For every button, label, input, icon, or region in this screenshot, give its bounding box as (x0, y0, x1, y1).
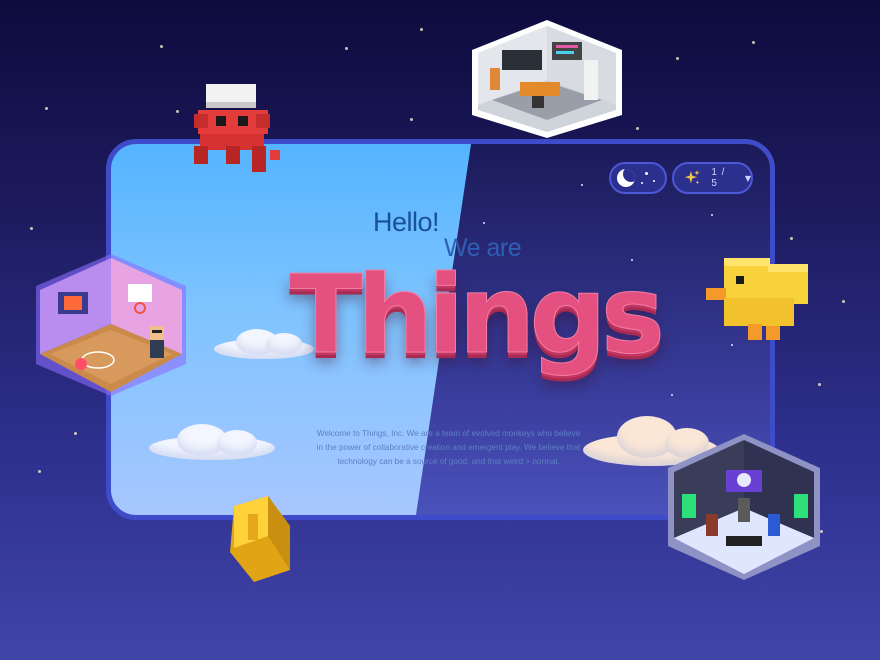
office-room-illustration (472, 20, 622, 138)
brand-wordmark: Things (288, 253, 665, 378)
cloud (149, 424, 279, 462)
scene-pager[interactable]: 1 / 5 ▼ (672, 162, 753, 194)
yellow-duck-illustration (706, 258, 808, 340)
greeting-heading: Hello! (373, 207, 440, 237)
pager-count: 1 / 5 (711, 167, 726, 189)
basketball-room-illustration (36, 254, 186, 396)
company-description: Welcome to Things, Inc. We are a team of… (316, 429, 581, 466)
theme-toggle[interactable] (609, 162, 667, 194)
chevron-down-icon: ▼ (744, 173, 751, 183)
disco-room-illustration (668, 434, 820, 580)
gold-coin-illustration (230, 496, 290, 582)
sparkle-icon (684, 170, 700, 185)
moon-icon (617, 169, 635, 187)
red-creature-illustration (194, 84, 280, 172)
